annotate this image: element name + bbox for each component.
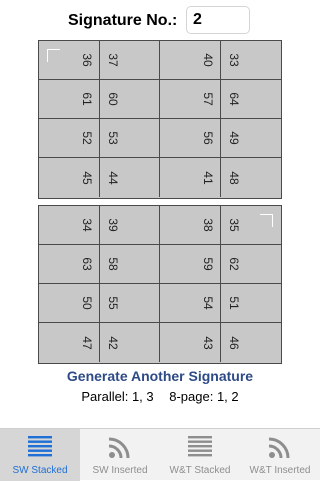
page-number: 57 <box>201 92 215 106</box>
page-number: 34 <box>80 218 94 232</box>
page-number: 53 <box>106 131 120 145</box>
page-number: 40 <box>201 53 215 67</box>
page-number: 42 <box>106 335 120 350</box>
inserted-arcs-icon <box>108 437 130 459</box>
sheet-cell-right: 56 49 <box>160 119 281 157</box>
sheet-cell-left: 47 42 <box>39 323 160 362</box>
page-number: 56 <box>201 131 215 145</box>
tab-label: SW Inserted <box>92 465 148 476</box>
page-number: 37 <box>106 53 120 67</box>
sheet-row: 63 58 59 62 <box>39 245 281 284</box>
sheet-cell-left: 52 53 <box>39 119 160 157</box>
sheet-row: 50 55 54 51 <box>39 284 281 323</box>
sheet-cell-left: 63 58 <box>39 245 160 283</box>
tab-sw-stacked[interactable]: SW Stacked <box>0 429 80 481</box>
sheet-cell-right: 57 64 <box>160 80 281 118</box>
page-number: 36 <box>80 53 94 67</box>
tab-sw-inserted[interactable]: SW Inserted <box>80 429 160 481</box>
page-number: 33 <box>227 53 241 67</box>
tab-bar: SW Stacked SW Inserted W&T Stacked W&T I… <box>0 428 320 481</box>
page-number: 61 <box>80 92 94 106</box>
signature-sheet-2: 34 39 38 35 63 58 59 62 50 55 54 51 47 4… <box>38 205 282 364</box>
generate-another-signature-button[interactable]: Generate Another Signature <box>0 368 320 384</box>
page-number: 64 <box>227 92 241 106</box>
tab-label: SW Stacked <box>12 465 68 476</box>
page-number: 54 <box>201 296 215 310</box>
header: Signature No.: <box>0 0 320 40</box>
page-number: 59 <box>201 257 215 271</box>
page-number: 49 <box>227 131 241 145</box>
sheet-cell-left: 36 37 <box>39 41 160 79</box>
sheet-cell-right: 38 35 <box>160 206 281 244</box>
sheet-cell-right: 59 62 <box>160 245 281 283</box>
parallel-info: Parallel: 1, 3 <box>81 389 154 404</box>
sheet-row: 52 53 56 49 <box>39 119 281 158</box>
signature-sheet-1: 36 37 40 33 61 60 57 64 52 53 56 49 45 4… <box>38 40 282 199</box>
stacked-lines-icon <box>188 436 212 457</box>
page-number: 52 <box>80 131 94 145</box>
page-number: 55 <box>106 296 120 310</box>
page-number: 46 <box>227 335 241 350</box>
page-number: 48 <box>227 170 241 185</box>
sheet-cell-left: 50 55 <box>39 284 160 322</box>
sheet-cell-left: 45 44 <box>39 158 160 197</box>
signature-number-input[interactable] <box>186 6 250 34</box>
sheet-cell-left: 61 60 <box>39 80 160 118</box>
signature-info: Parallel: 1, 3 8-page: 1, 2 <box>0 389 320 404</box>
sheet-row: 34 39 38 35 <box>39 206 281 245</box>
page-number: 38 <box>201 218 215 232</box>
page-number: 60 <box>106 92 120 106</box>
page-number: 43 <box>201 335 215 350</box>
page-number: 58 <box>106 257 120 271</box>
signature-label: Signature No.: <box>68 12 178 29</box>
sheet-row: 36 37 40 33 <box>39 41 281 80</box>
page-number: 62 <box>227 257 241 271</box>
sheet-row: 61 60 57 64 <box>39 80 281 119</box>
tab-wt-stacked[interactable]: W&T Stacked <box>160 429 240 481</box>
stacked-lines-icon <box>28 436 52 457</box>
sheet-row: 47 42 43 46 <box>39 323 281 362</box>
page-number: 50 <box>80 296 94 310</box>
tab-label: W&T Stacked <box>169 465 231 476</box>
page-number: 45 <box>80 170 94 185</box>
sheet-cell-right: 54 51 <box>160 284 281 322</box>
page-number: 51 <box>227 296 241 310</box>
sheet-cell-right: 41 48 <box>160 158 281 197</box>
sheet-row: 45 44 41 48 <box>39 158 281 197</box>
page-number: 44 <box>106 170 120 185</box>
sheet-cell-left: 34 39 <box>39 206 160 244</box>
eight-page-info: 8-page: 1, 2 <box>169 389 239 404</box>
page-number: 39 <box>106 218 120 232</box>
sheet-cell-right: 40 33 <box>160 41 281 79</box>
tab-wt-inserted[interactable]: W&T Inserted <box>240 429 320 481</box>
page-number: 35 <box>227 218 241 232</box>
inserted-arcs-icon <box>268 437 290 459</box>
page-number: 63 <box>80 257 94 271</box>
page-number: 41 <box>201 170 215 185</box>
tab-label: W&T Inserted <box>249 465 311 476</box>
page-number: 47 <box>80 335 94 350</box>
sheet-cell-right: 43 46 <box>160 323 281 362</box>
